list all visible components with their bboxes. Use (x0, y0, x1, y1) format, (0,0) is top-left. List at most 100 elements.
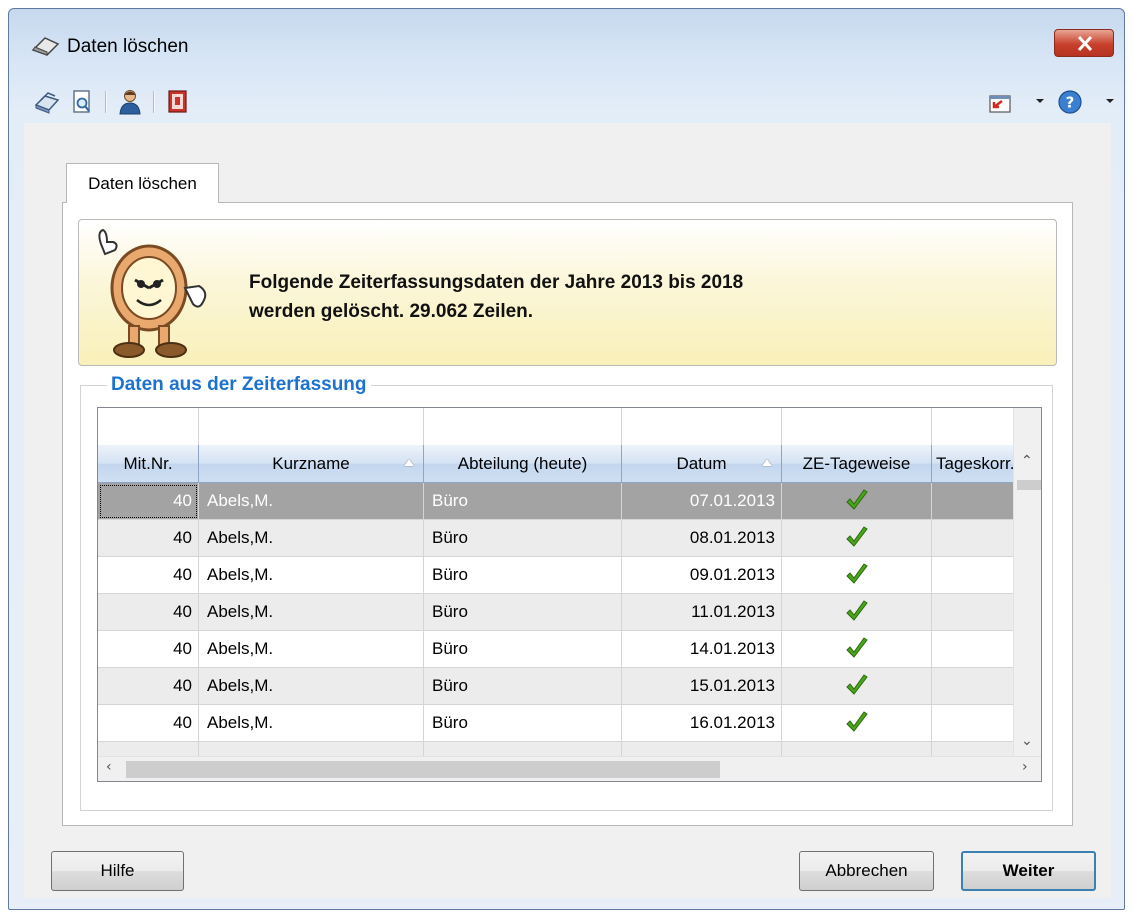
cell-datum[interactable]: 09.01.2013 (622, 557, 782, 594)
group-title: Daten aus der Zeiterfassung (107, 374, 371, 396)
cell-ze-tageweise[interactable] (782, 705, 932, 742)
table-row[interactable]: 40 Abels,M. Büro 11.01.2013 (98, 594, 1041, 631)
cell-kurzname[interactable]: Abels,M. (199, 705, 424, 742)
exit-button[interactable] (163, 87, 193, 117)
cell-ze-tageweise[interactable] (782, 520, 932, 557)
filter-cell-datum[interactable] (622, 408, 782, 445)
cell-datum[interactable]: 14.01.2013 (622, 631, 782, 668)
filter-cell-kurzname[interactable] (199, 408, 424, 445)
cell-ze-tageweise[interactable] (782, 483, 932, 520)
horizontal-scroll-thumb[interactable] (126, 761, 720, 778)
printer-icon (34, 92, 60, 114)
cell-mitnr[interactable]: 40 (98, 705, 199, 742)
scroll-up-icon[interactable]: ⌃ (1021, 453, 1033, 469)
column-header-abteilung[interactable]: Abteilung (heute) (424, 445, 622, 483)
checkmark-icon (845, 674, 868, 695)
cell-datum[interactable]: 08.01.2013 (622, 520, 782, 557)
vertical-scrollbar[interactable]: ⌃ ⌄ (1013, 408, 1041, 758)
column-header-ze-tageweise[interactable]: ZE-Tageweise (782, 445, 932, 483)
group-zeiterfassung: Daten aus der Zeiterfassung Mit.Nr. Kurz… (80, 374, 1053, 811)
cell-ze-tageweise[interactable] (782, 594, 932, 631)
tab-label: Daten löschen (88, 173, 197, 193)
cell-kurzname[interactable]: Abels,M. (199, 557, 424, 594)
cell-abteilung[interactable]: Büro (424, 631, 622, 668)
cell-ze-tageweise[interactable] (782, 557, 932, 594)
tab-daten-loeschen[interactable]: Daten löschen (66, 163, 219, 203)
filter-cell-ze[interactable] (782, 408, 932, 445)
cell-abteilung[interactable]: Büro (424, 557, 622, 594)
help-icon: ? (1058, 90, 1082, 114)
dialog-client-area: Daten löschen Folgende Zeiterfassungsdat… (24, 123, 1111, 898)
column-header-mitnr[interactable]: Mit.Nr. (98, 445, 199, 483)
cell-abteilung[interactable]: Büro (424, 668, 622, 705)
import-dropdown-arrow[interactable] (1036, 99, 1044, 103)
column-header-kurzname[interactable]: Kurzname (199, 445, 424, 483)
cell-datum[interactable]: 07.01.2013 (622, 483, 782, 520)
cell-mitnr[interactable]: 40 (98, 520, 199, 557)
toolbar-separator (153, 91, 155, 113)
cancel-button[interactable]: Abbrechen (799, 851, 934, 891)
clock-mascot-icon (98, 228, 207, 358)
scroll-right-icon[interactable]: › (1022, 759, 1028, 775)
info-message: Folgende Zeiterfassungsdaten der Jahre 2… (249, 268, 743, 326)
cell-datum[interactable]: 15.01.2013 (622, 668, 782, 705)
print-preview-icon (73, 90, 90, 113)
next-button[interactable]: Weiter (961, 851, 1096, 891)
cell-kurzname[interactable]: Abels,M. (199, 520, 424, 557)
checkmark-icon (845, 563, 868, 584)
cell-abteilung[interactable]: Büro (424, 483, 622, 520)
column-header-datum[interactable]: Datum (622, 445, 782, 483)
checkmark-icon (845, 489, 868, 510)
sort-ascending-icon (404, 459, 414, 466)
toolbar-separator (105, 91, 107, 113)
cell-abteilung[interactable]: Büro (424, 520, 622, 557)
cell-datum[interactable]: 16.01.2013 (622, 705, 782, 742)
data-grid[interactable]: Mit.Nr. Kurzname Abteilung (heute) Datum… (97, 407, 1042, 782)
info-banner: Folgende Zeiterfassungsdaten der Jahre 2… (78, 219, 1057, 366)
help-button[interactable]: ? (1055, 87, 1085, 117)
filter-row[interactable] (98, 408, 1041, 445)
cell-abteilung[interactable]: Büro (424, 594, 622, 631)
checkmark-icon (845, 637, 868, 658)
help-dropdown-arrow[interactable] (1106, 99, 1114, 103)
table-row[interactable]: 40 Abels,M. Büro 07.01.2013 (98, 483, 1041, 520)
sort-ascending-icon (762, 459, 772, 466)
close-button[interactable] (1054, 29, 1114, 57)
svg-text:?: ? (1066, 94, 1075, 112)
filter-cell-mitnr[interactable] (98, 408, 199, 445)
eraser-icon (31, 37, 60, 56)
vertical-scroll-thumb[interactable] (1017, 480, 1041, 490)
cell-datum[interactable]: 11.01.2013 (622, 594, 782, 631)
scroll-down-icon[interactable]: ⌄ (1021, 733, 1033, 749)
cell-mitnr[interactable]: 40 (98, 668, 199, 705)
cell-ze-tageweise[interactable] (782, 631, 932, 668)
filter-cell-abteilung[interactable] (424, 408, 622, 445)
help-button-bottom[interactable]: Hilfe (51, 851, 184, 891)
cell-abteilung[interactable]: Büro (424, 705, 622, 742)
print-preview-button[interactable] (67, 87, 97, 117)
import-icon (989, 95, 1011, 113)
user-button[interactable] (115, 87, 145, 117)
cell-kurzname[interactable]: Abels,M. (199, 631, 424, 668)
table-row[interactable]: 40 Abels,M. Büro 08.01.2013 (98, 520, 1041, 557)
checkmark-icon (845, 600, 868, 621)
cell-ze-tageweise[interactable] (782, 668, 932, 705)
table-row[interactable]: 40 Abels,M. Büro 15.01.2013 (98, 668, 1041, 705)
table-row[interactable]: 40 Abels,M. Büro 16.01.2013 (98, 705, 1041, 742)
exit-icon (168, 90, 187, 113)
cell-mitnr[interactable]: 40 (98, 631, 199, 668)
cell-mitnr[interactable]: 40 (98, 557, 199, 594)
dialog-window: Daten löschen ? Daten löschen Folgende Z… (8, 8, 1125, 910)
cell-kurzname[interactable]: Abels,M. (199, 668, 424, 705)
cell-kurzname[interactable]: Abels,M. (199, 594, 424, 631)
checkmark-icon (845, 526, 868, 547)
table-row[interactable]: 40 Abels,M. Büro 14.01.2013 (98, 631, 1041, 668)
import-button[interactable] (985, 87, 1015, 117)
printer-button[interactable] (31, 87, 61, 117)
cell-mitnr[interactable]: 40 (98, 483, 199, 520)
cell-kurzname[interactable]: Abels,M. (199, 483, 424, 520)
cell-mitnr[interactable]: 40 (98, 594, 199, 631)
horizontal-scrollbar[interactable]: ‹ › (98, 756, 1041, 781)
table-row[interactable]: 40 Abels,M. Büro 09.01.2013 (98, 557, 1041, 594)
scroll-left-icon[interactable]: ‹ (106, 759, 112, 775)
